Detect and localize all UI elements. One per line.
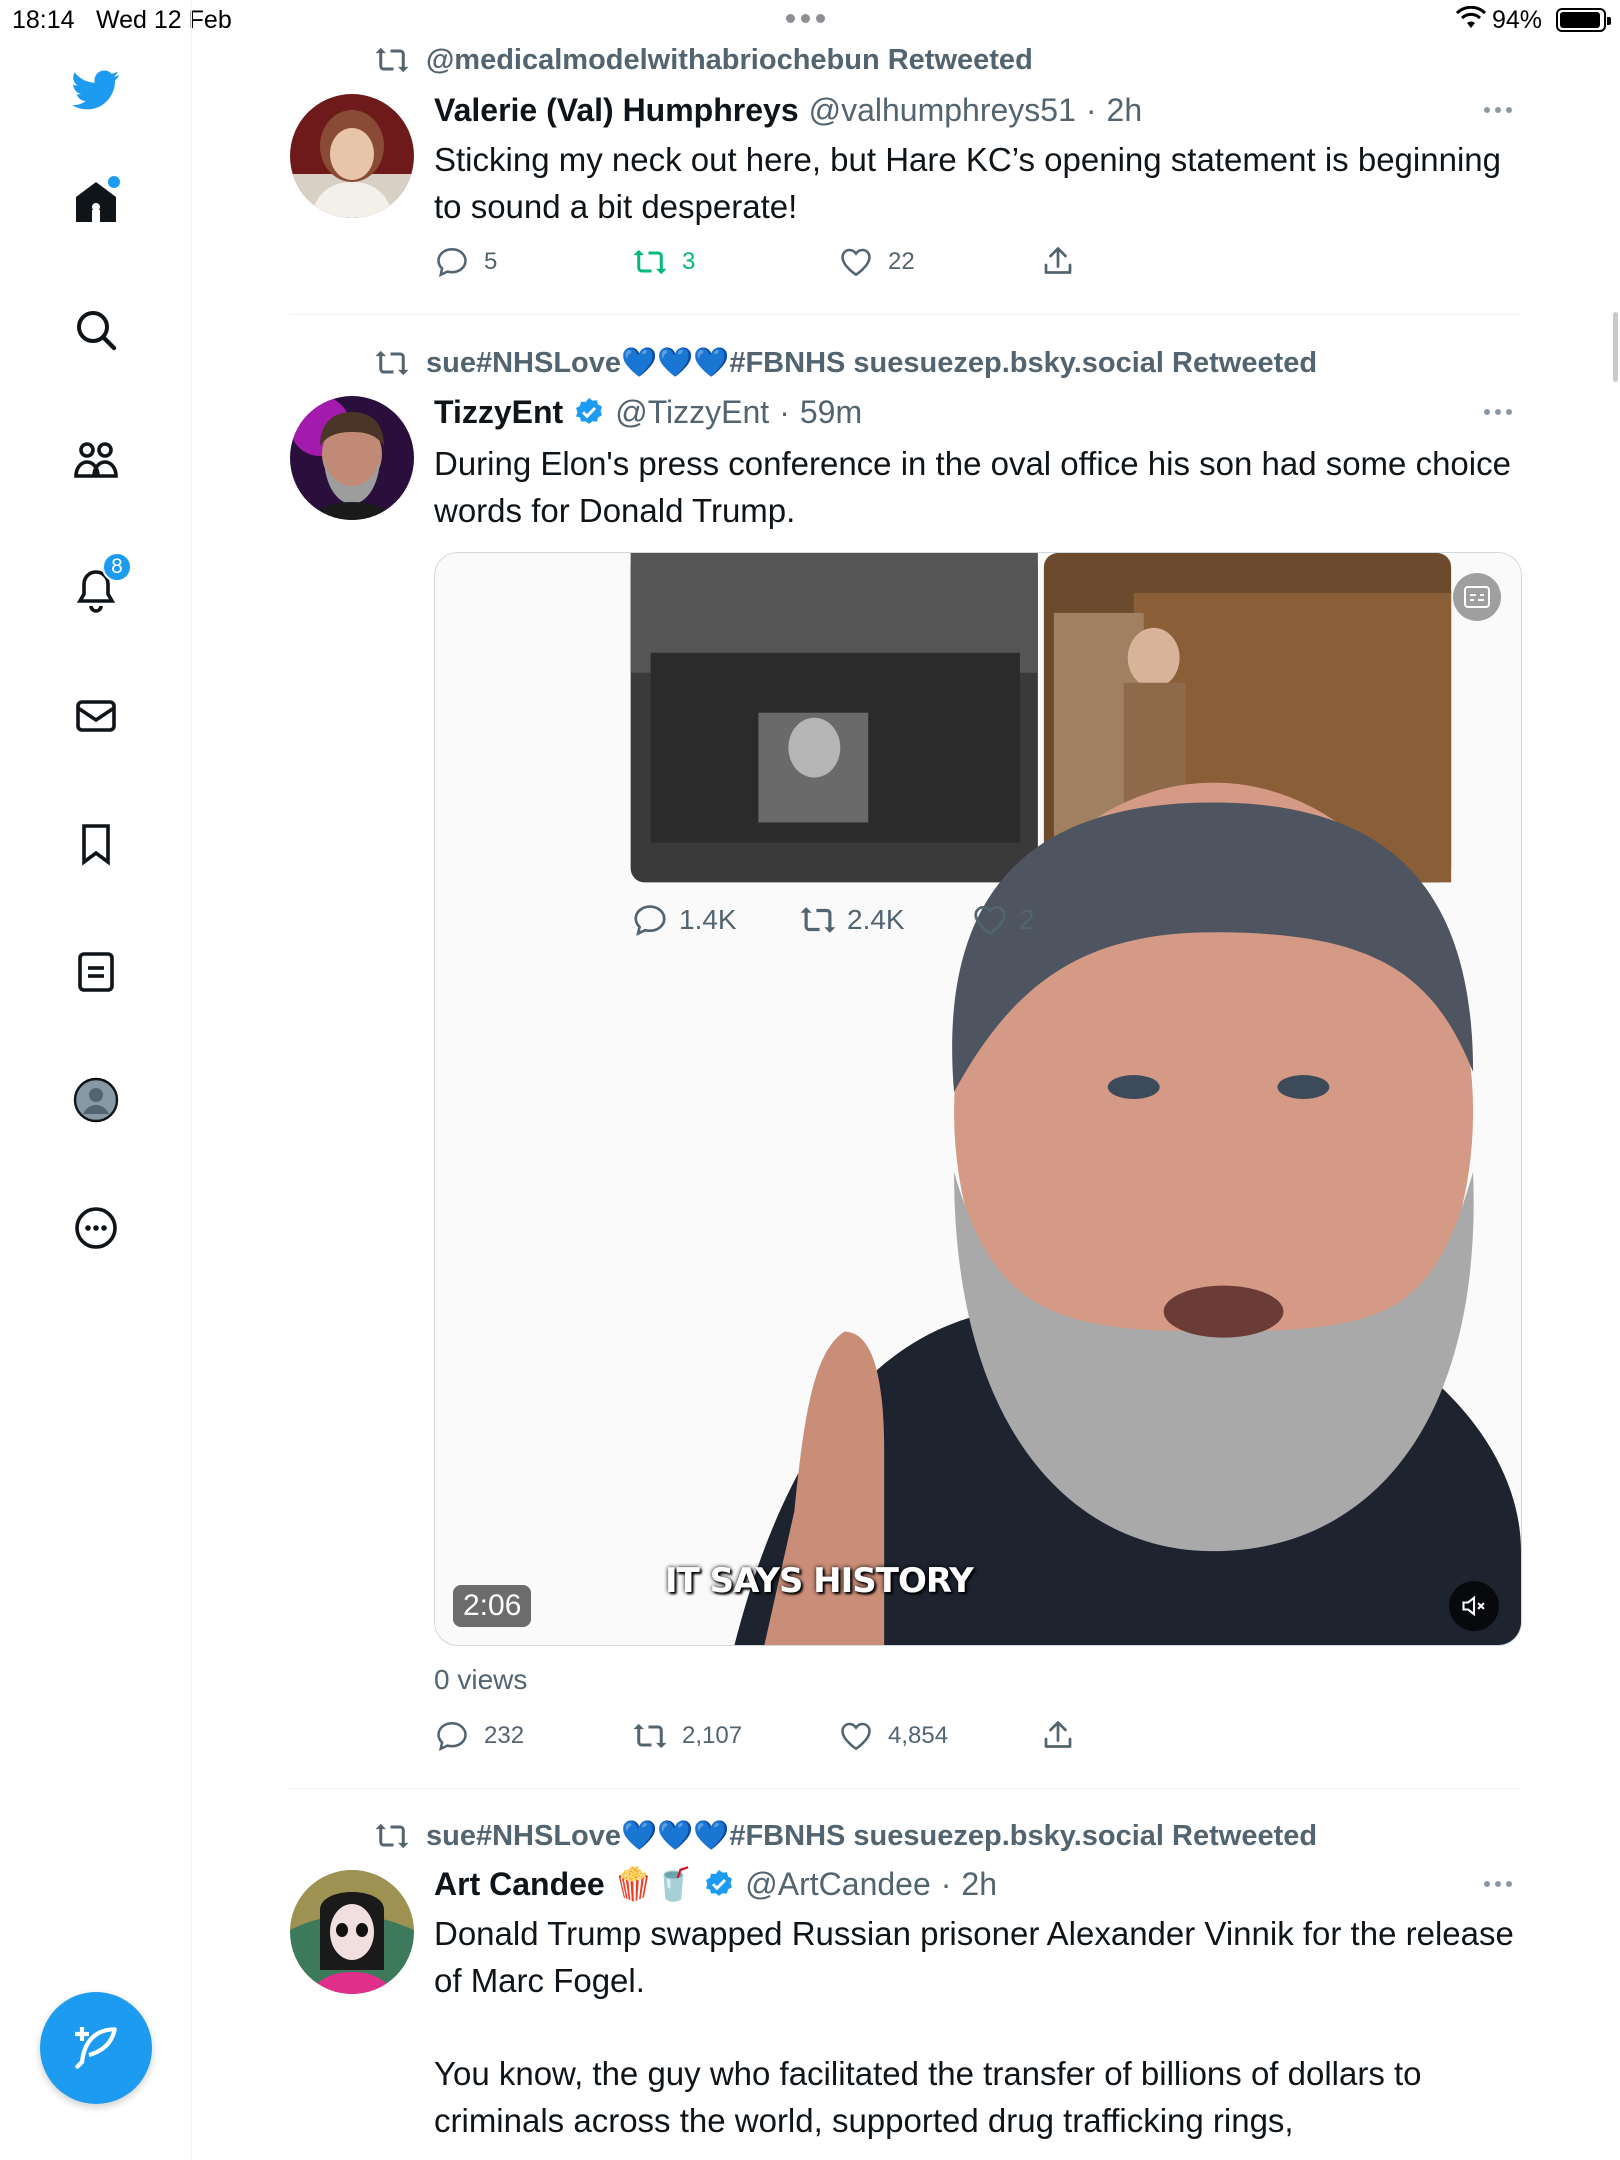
retweet-count: 2,107 — [682, 1722, 743, 1749]
author-handle[interactable]: @ArtCandee — [745, 1866, 930, 1903]
retweet-context: @medicalmodelwithabriochebun Retweeted — [374, 40, 1033, 80]
avatar[interactable] — [290, 94, 414, 218]
retweet-context-text: @medicalmodelwithabriochebun Retweeted — [426, 43, 1033, 76]
sidebar-nav: 8 — [0, 0, 192, 2160]
tweet-text: During Elon's press conference in the ov… — [434, 445, 1511, 529]
retweet-context-text: sue#NHSLove💙💙💙#FBNHS suesuezep.bsky.soci… — [426, 347, 1318, 379]
embedded-reply: 1.4K — [631, 901, 737, 939]
video-frame — [435, 553, 1521, 1645]
embedded-retweet-count: 2.4K — [847, 904, 905, 935]
status-bar: 18:14 Wed 12 Feb 94% — [0, 0, 1620, 40]
profile-icon[interactable] — [66, 1070, 126, 1130]
more-options-icon[interactable] — [1484, 402, 1524, 422]
tweet-text-paragraph: You know, the guy who facilitated the tr… — [434, 2055, 1422, 2139]
multitasking-dots[interactable] — [786, 14, 825, 23]
divider — [290, 314, 1522, 315]
home-new-dot — [108, 176, 120, 188]
retweet-button[interactable]: 2,107 — [632, 1718, 742, 1754]
like-count: 4,854 — [888, 1722, 949, 1749]
lists-icon[interactable] — [66, 942, 126, 1002]
notifications-icon[interactable]: 8 — [66, 552, 132, 620]
reply-count: 5 — [484, 248, 498, 275]
tweet-header: TizzyEnt @TizzyEnt · 59m — [434, 393, 863, 431]
embedded-retweet: 2.4K — [799, 901, 905, 939]
tweet-actions: 232 2,107 4,854 — [434, 1718, 1134, 1758]
reply-icon — [634, 905, 666, 936]
search-icon[interactable] — [66, 300, 126, 360]
embedded-like: 2 — [971, 901, 1035, 939]
embedded-tweet-actions: 1.4K 2.4K 2 — [631, 901, 1451, 945]
retweet-context: sue#NHSLove💙💙💙#FBNHS suesuezep.bsky.soci… — [374, 1816, 1317, 1856]
wifi-icon — [1455, 5, 1487, 37]
tweet-header: Valerie (Val) Humphreys @valhumphreys51 … — [434, 91, 1143, 129]
video-player[interactable]: 1.4K 2.4K 2 IT SAYS HISTORY 2:06 — [434, 552, 1522, 1646]
more-icon[interactable] — [66, 1198, 126, 1258]
tweet-actions: 5 3 22 — [434, 244, 1134, 284]
like-button[interactable]: 22 — [838, 244, 915, 280]
heart-icon — [841, 248, 871, 277]
bookmarks-icon[interactable] — [66, 814, 126, 874]
speaker-muted-icon — [1462, 1595, 1485, 1617]
mute-button[interactable] — [1449, 1581, 1499, 1631]
retweet-context: sue#NHSLove💙💙💙#FBNHS suesuezep.bsky.soci… — [374, 343, 1317, 383]
captions-icon[interactable] — [1453, 573, 1501, 621]
retweet-icon — [633, 249, 667, 275]
divider — [290, 1788, 1522, 1789]
compose-tweet-button[interactable] — [40, 1992, 152, 2104]
compose-feather-icon — [75, 2027, 117, 2069]
verified-badge-icon — [706, 1870, 733, 1896]
video-duration: 2:06 — [453, 1585, 532, 1627]
battery-icon — [1556, 8, 1611, 32]
avatar[interactable] — [290, 396, 414, 520]
retweet-button[interactable]: 3 — [632, 244, 695, 280]
retweet-context-text: sue#NHSLove💙💙💙#FBNHS suesuezep.bsky.soci… — [426, 1820, 1318, 1852]
messages-icon[interactable] — [66, 686, 126, 746]
share-button[interactable] — [1040, 244, 1076, 280]
notifications-badge: 8 — [102, 552, 132, 582]
author-name[interactable]: TizzyEnt — [434, 394, 563, 431]
author-name[interactable]: Valerie (Val) Humphreys — [434, 92, 799, 129]
tweet-text: Sticking my neck out here, but Hare KC’s… — [434, 141, 1501, 225]
reply-button[interactable]: 5 — [434, 244, 497, 280]
more-options-icon[interactable] — [1484, 100, 1524, 120]
retweet-icon — [375, 350, 409, 376]
share-icon — [1044, 1721, 1072, 1748]
embedded-reply-count: 1.4K — [679, 904, 737, 935]
like-count: 22 — [888, 248, 915, 275]
reply-icon — [437, 1721, 467, 1751]
home-icon[interactable] — [66, 172, 126, 232]
retweet-icon — [375, 47, 409, 73]
twitter-logo-icon[interactable] — [66, 60, 126, 120]
tweet-text-paragraph: Donald Trump swapped Russian prisoner Al… — [434, 1915, 1514, 1999]
tweet-time[interactable]: 2h — [961, 1866, 997, 1903]
author-name[interactable]: Art Candee 🍿🥤 — [434, 1865, 693, 1903]
reply-count: 232 — [484, 1722, 525, 1749]
battery-percent: 94% — [1492, 6, 1543, 34]
tweet-time[interactable]: 2h — [1107, 92, 1143, 129]
video-caption: IT SAYS HISTORY — [665, 1561, 974, 1601]
embedded-like-count: 2 — [1019, 904, 1035, 935]
retweet-icon — [800, 907, 836, 933]
verified-badge-icon — [576, 398, 603, 424]
reply-button[interactable]: 232 — [434, 1718, 524, 1754]
retweet-icon — [375, 1823, 409, 1849]
tweet-time[interactable]: 59m — [800, 394, 862, 431]
share-button[interactable] — [1040, 1718, 1076, 1754]
heart-icon — [841, 1722, 871, 1751]
author-handle[interactable]: @valhumphreys51 — [809, 92, 1076, 129]
retweet-count: 3 — [682, 248, 696, 275]
avatar[interactable] — [290, 1870, 414, 1994]
heart-icon — [974, 905, 1006, 936]
author-handle[interactable]: @TizzyEnt — [615, 394, 769, 431]
share-icon — [1044, 247, 1072, 274]
scroll-indicator[interactable] — [1613, 312, 1618, 382]
more-options-icon[interactable] — [1484, 1874, 1524, 1894]
retweet-icon — [633, 1723, 667, 1749]
tweet-header: Art Candee 🍿🥤 @ArtCandee · 2h — [434, 1865, 997, 1903]
reply-icon — [437, 247, 467, 277]
communities-icon[interactable] — [66, 430, 126, 490]
view-count: 0 views — [434, 1664, 528, 1695]
like-button[interactable]: 4,854 — [838, 1718, 948, 1754]
